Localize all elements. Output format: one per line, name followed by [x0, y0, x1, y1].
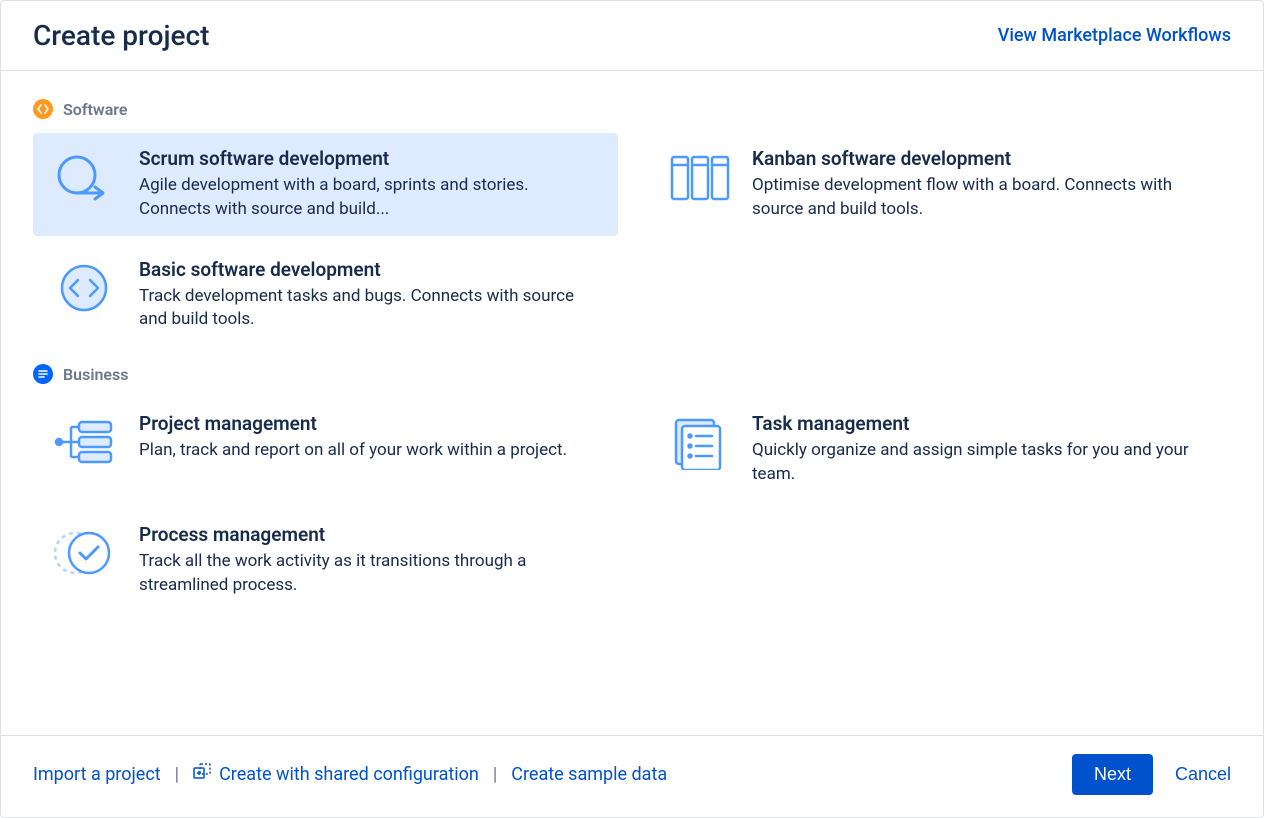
template-title: Kanban software development — [752, 147, 1215, 170]
template-title: Task management — [752, 412, 1215, 435]
project-management-icon — [49, 412, 119, 472]
divider: | — [493, 764, 497, 785]
code-icon — [49, 258, 119, 318]
template-process-management[interactable]: Process management Track all the work ac… — [33, 509, 618, 612]
view-marketplace-link[interactable]: View Marketplace Workflows — [998, 25, 1231, 46]
template-title: Process management — [139, 523, 602, 546]
template-desc: Track all the work activity as it transi… — [139, 550, 602, 598]
template-project-management[interactable]: Project management Plan, track and repor… — [33, 398, 618, 501]
template-text: Basic software development Track develop… — [139, 258, 602, 333]
template-basic[interactable]: Basic software development Track develop… — [33, 244, 618, 347]
dialog-title: Create project — [33, 19, 209, 52]
template-text: Scrum software development Agile develop… — [139, 147, 602, 222]
template-grid: Scrum software development Agile develop… — [33, 133, 1231, 346]
create-sample-data-link[interactable]: Create sample data — [511, 764, 667, 785]
divider: | — [175, 764, 179, 785]
process-management-icon — [49, 523, 119, 583]
footer-actions: Next Cancel — [1072, 754, 1231, 795]
template-kanban[interactable]: Kanban software development Optimise dev… — [646, 133, 1231, 236]
dialog-body: Software Scrum software development Agil… — [1, 71, 1263, 735]
footer-links: Import a project | Create with shared co… — [33, 763, 667, 786]
template-text: Kanban software development Optimise dev… — [752, 147, 1215, 222]
template-title: Scrum software development — [139, 147, 602, 170]
template-desc: Optimise development flow with a board. … — [752, 174, 1215, 222]
software-category-icon — [33, 99, 53, 119]
template-title: Project management — [139, 412, 602, 435]
category-label: Business — [63, 365, 128, 384]
category-header: Business — [33, 364, 1231, 384]
template-title: Basic software development — [139, 258, 602, 281]
category-header: Software — [33, 99, 1231, 119]
category-software: Software Scrum software development Agil… — [33, 99, 1231, 346]
scrum-icon — [49, 147, 119, 207]
template-scrum[interactable]: Scrum software development Agile develop… — [33, 133, 618, 236]
template-text: Process management Track all the work ac… — [139, 523, 602, 598]
create-shared-config-link[interactable]: Create with shared configuration — [193, 763, 479, 786]
create-project-dialog: Create project View Marketplace Workflow… — [0, 0, 1264, 818]
template-desc: Agile development with a board, sprints … — [139, 174, 602, 222]
business-category-icon — [33, 364, 53, 384]
task-management-icon — [662, 412, 732, 472]
template-task-management[interactable]: Task management Quickly organize and ass… — [646, 398, 1231, 501]
template-text: Project management Plan, track and repor… — [139, 412, 602, 463]
dialog-footer: Import a project | Create with shared co… — [1, 735, 1263, 817]
template-desc: Plan, track and report on all of your wo… — [139, 439, 602, 463]
link-label: Create with shared configuration — [219, 764, 479, 785]
kanban-icon — [662, 147, 732, 207]
category-label: Software — [63, 100, 128, 119]
import-project-link[interactable]: Import a project — [33, 764, 161, 785]
category-business: Business — [33, 364, 1231, 611]
dialog-header: Create project View Marketplace Workflow… — [1, 1, 1263, 71]
shared-config-icon — [193, 763, 211, 786]
next-button[interactable]: Next — [1072, 754, 1153, 795]
template-desc: Track development tasks and bugs. Connec… — [139, 285, 602, 333]
cancel-button[interactable]: Cancel — [1175, 764, 1231, 785]
template-grid: Project management Plan, track and repor… — [33, 398, 1231, 611]
template-desc: Quickly organize and assign simple tasks… — [752, 439, 1215, 487]
template-text: Task management Quickly organize and ass… — [752, 412, 1215, 487]
